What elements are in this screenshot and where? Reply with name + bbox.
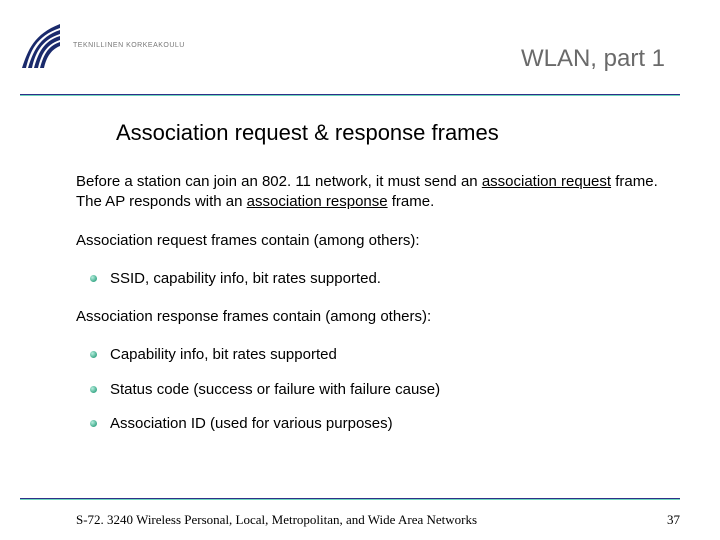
slide-content: Association request & response frames Be… <box>76 110 670 452</box>
underlined-term: association response <box>247 193 388 210</box>
slide-title: Association request & response frames <box>116 120 670 146</box>
footer-course: S-72. 3240 Wireless Personal, Local, Met… <box>76 512 477 528</box>
institution-logo-block: TEKNILLINEN KORKEAKOULU <box>20 20 185 70</box>
page-number: 37 <box>667 512 680 528</box>
request-bullet-list: SSID, capability info, bit rates support… <box>76 269 670 289</box>
list-item: SSID, capability info, bit rates support… <box>76 269 670 289</box>
text-segment: frame. <box>388 193 435 210</box>
institution-name: TEKNILLINEN KORKEAKOULU <box>73 42 185 49</box>
list-item: Capability info, bit rates supported <box>76 345 670 365</box>
text-segment: Before a station can join an 802. 11 net… <box>76 173 482 190</box>
list-item: Status code (success or failure with fai… <box>76 380 670 400</box>
request-heading: Association request frames contain (amon… <box>76 231 670 251</box>
response-bullet-list: Capability info, bit rates supported Sta… <box>76 345 670 434</box>
divider-bottom <box>20 498 680 500</box>
intro-paragraph: Before a station can join an 802. 11 net… <box>76 172 670 213</box>
header-title: WLAN, part 1 <box>521 45 665 73</box>
underlined-term: association request <box>482 173 611 190</box>
institution-logo-icon <box>20 20 65 70</box>
slide-header: TEKNILLINEN KORKEAKOULU WLAN, part 1 <box>0 0 720 98</box>
list-item: Association ID (used for various purpose… <box>76 414 670 434</box>
slide-footer: S-72. 3240 Wireless Personal, Local, Met… <box>76 512 680 528</box>
divider-top <box>20 94 680 96</box>
response-heading: Association response frames contain (amo… <box>76 307 670 327</box>
